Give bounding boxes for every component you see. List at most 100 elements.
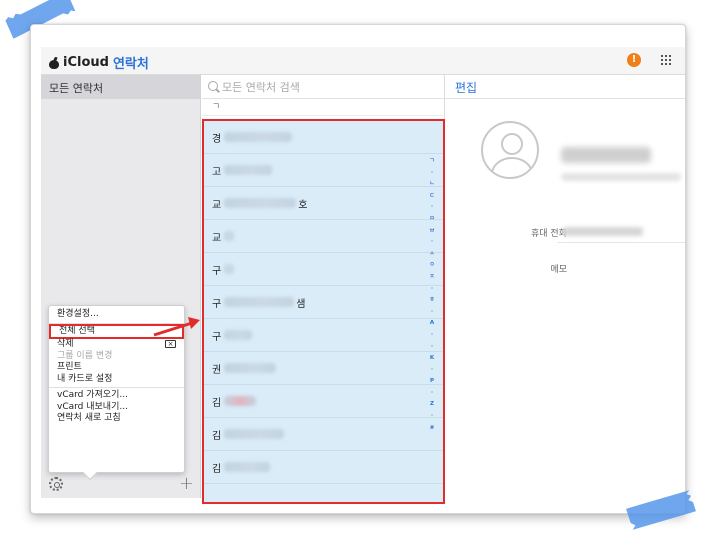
blurred-name — [224, 198, 297, 208]
blurred-name — [224, 363, 277, 373]
alphabet-index-letter[interactable]: • — [430, 411, 434, 423]
contact-row[interactable]: 고 — [204, 154, 443, 187]
menu-item-import-vcard[interactable]: vCard 가져오기... — [49, 390, 184, 402]
contact-name-prefix: 김 — [212, 397, 222, 409]
alphabet-index-letter[interactable]: ㅈ — [429, 272, 434, 284]
app-title-label: 연락처 — [112, 57, 149, 72]
contact-row[interactable]: 구 — [204, 319, 443, 352]
search-input[interactable] — [222, 78, 440, 96]
sidebar-item-all-contacts[interactable]: 모든 연락처 — [41, 75, 200, 99]
contact-name-prefix: 경 — [212, 133, 222, 145]
selected-contacts-highlight: 경 고 교 호 교 구 구 샘 구 권 김 김 김 ㄱ • ㄴ ㄷ • ㅁ ㅂ … — [202, 119, 445, 504]
contact-row[interactable]: 구 — [204, 253, 443, 286]
alphabet-index-letter[interactable]: • — [430, 168, 434, 180]
alphabet-index-letter[interactable]: ㅇ — [429, 260, 434, 272]
alphabet-index-letter[interactable]: ㄷ — [429, 191, 434, 203]
alphabet-index-letter[interactable]: • — [430, 202, 434, 214]
screenshot-canvas: iCloud 연락처 ! 모든 연락처 + 모든 연락처 검색 ㄱ 경 고 교 … — [0, 0, 709, 540]
menu-item-label: 삭제 — [57, 339, 74, 349]
contact-name-prefix: 김 — [212, 430, 222, 442]
blurred-name — [224, 462, 271, 472]
app-title[interactable]: iCloud 연락처 — [49, 53, 149, 72]
contact-name-prefix: 구 — [212, 265, 222, 277]
contact-name-prefix: 김 — [212, 463, 222, 475]
blurred-name — [224, 231, 235, 241]
menu-item-export-vcard[interactable]: vCard 내보내기... — [49, 402, 184, 414]
app-topbar: iCloud 연락처 ! — [41, 47, 685, 75]
alphabet-index-letter[interactable]: • — [430, 307, 434, 319]
alphabet-index-letter[interactable]: • — [430, 330, 434, 342]
contact-name-prefix: 구 — [212, 298, 222, 310]
sidebar-item-label: 모든 연락처 — [49, 82, 104, 95]
alphabet-index-letter[interactable]: ㅁ — [429, 214, 434, 226]
alphabet-index-letter[interactable]: ㅅ — [429, 249, 434, 261]
alphabet-index-letter[interactable]: • — [430, 342, 434, 354]
alphabet-index-letter[interactable]: • — [430, 365, 434, 377]
alphabet-index-letter[interactable]: ㅎ — [429, 295, 434, 307]
sidebar-footer: + — [41, 472, 200, 498]
alphabet-index-letter[interactable]: K — [430, 353, 434, 365]
blurred-name — [224, 297, 295, 307]
blurred-field-value — [563, 227, 643, 236]
alphabet-index-letter[interactable]: • — [430, 237, 434, 249]
search-bar — [202, 75, 444, 99]
alphabet-index-letter[interactable]: ㄱ — [429, 156, 434, 168]
browser-window: iCloud 연락처 ! 모든 연락처 + 모든 연락처 검색 ㄱ 경 고 교 … — [30, 24, 686, 514]
field-label: 휴대 전화 — [531, 229, 567, 239]
contact-name-prefix: 구 — [212, 331, 222, 343]
contact-detail-panel: 편집 휴대 전화 메모 — [445, 75, 685, 498]
alphabet-index-letter[interactable]: ㅂ — [429, 226, 434, 238]
alphabet-index-letter[interactable]: Z — [430, 399, 434, 411]
blurred-name — [224, 132, 293, 142]
section-header: ㄱ — [202, 99, 444, 116]
blurred-contact-subtitle — [561, 173, 681, 181]
contact-name-suffix: 호 — [298, 199, 308, 211]
menu-item-refresh-contacts[interactable]: 연락처 새로 고침 — [49, 413, 184, 425]
blurred-name — [224, 396, 257, 406]
app-grid-icon[interactable] — [661, 55, 671, 65]
contact-row[interactable]: 교 호 — [204, 187, 443, 220]
blurred-name — [224, 165, 273, 175]
apple-logo-icon — [49, 57, 59, 69]
alphabet-index-letter[interactable]: A — [430, 318, 434, 330]
blurred-name — [224, 264, 235, 274]
alphabet-index-letter[interactable]: • — [430, 284, 434, 296]
blurred-name — [224, 429, 285, 439]
field-memo: 메모 — [445, 257, 685, 279]
contact-list-column: ㄱ 경 고 교 호 교 — [202, 75, 445, 504]
search-icon — [208, 81, 218, 91]
contact-row[interactable]: 교 — [204, 220, 443, 253]
contact-row[interactable]: 경 — [204, 121, 443, 154]
blurred-contact-name — [561, 147, 651, 163]
contact-row[interactable]: 권 — [204, 352, 443, 385]
alphabet-index-letter[interactable]: P — [430, 376, 434, 388]
add-icon[interactable]: + — [179, 473, 194, 494]
alphabet-index[interactable]: ㄱ • ㄴㄷ • ㅁㅂ • ㅅㅇㅈ • ㅎ • A • • K • P • Z • # — [427, 156, 437, 434]
contact-name-prefix: 교 — [212, 199, 222, 211]
contact-name-prefix: 교 — [212, 232, 222, 244]
contact-name-prefix: 고 — [212, 166, 222, 178]
contact-row[interactable]: 구 샘 — [204, 286, 443, 319]
edit-button[interactable]: 편집 — [445, 75, 685, 99]
contact-name-prefix: 권 — [212, 364, 222, 376]
alphabet-index-letter[interactable]: ㄴ — [429, 179, 434, 191]
contact-row[interactable]: 김 — [204, 418, 443, 451]
menu-item-rename-group[interactable]: 그룹 이름 변경 — [49, 351, 184, 363]
menu-item-set-my-card[interactable]: 내 카드로 설정 — [49, 374, 184, 386]
menu-divider — [49, 387, 184, 388]
contact-row[interactable]: 김 — [204, 385, 443, 418]
menu-item-delete[interactable]: 삭제 × — [49, 339, 184, 351]
menu-item-print[interactable]: 프린트 — [49, 362, 184, 374]
avatar-placeholder-icon — [481, 121, 539, 179]
field-mobile-phone: 휴대 전화 — [445, 221, 685, 243]
annotation-arrow-icon — [153, 317, 200, 337]
alert-badge-icon[interactable]: ! — [627, 53, 641, 67]
delete-key-icon: × — [165, 340, 176, 348]
blurred-name — [224, 330, 253, 340]
field-label: 메모 — [550, 265, 567, 275]
alphabet-index-letter[interactable]: # — [430, 423, 435, 435]
brand-label: iCloud — [63, 55, 109, 70]
gear-icon[interactable] — [49, 477, 63, 491]
alphabet-index-letter[interactable]: • — [430, 388, 434, 400]
contact-row[interactable]: 김 — [204, 451, 443, 484]
